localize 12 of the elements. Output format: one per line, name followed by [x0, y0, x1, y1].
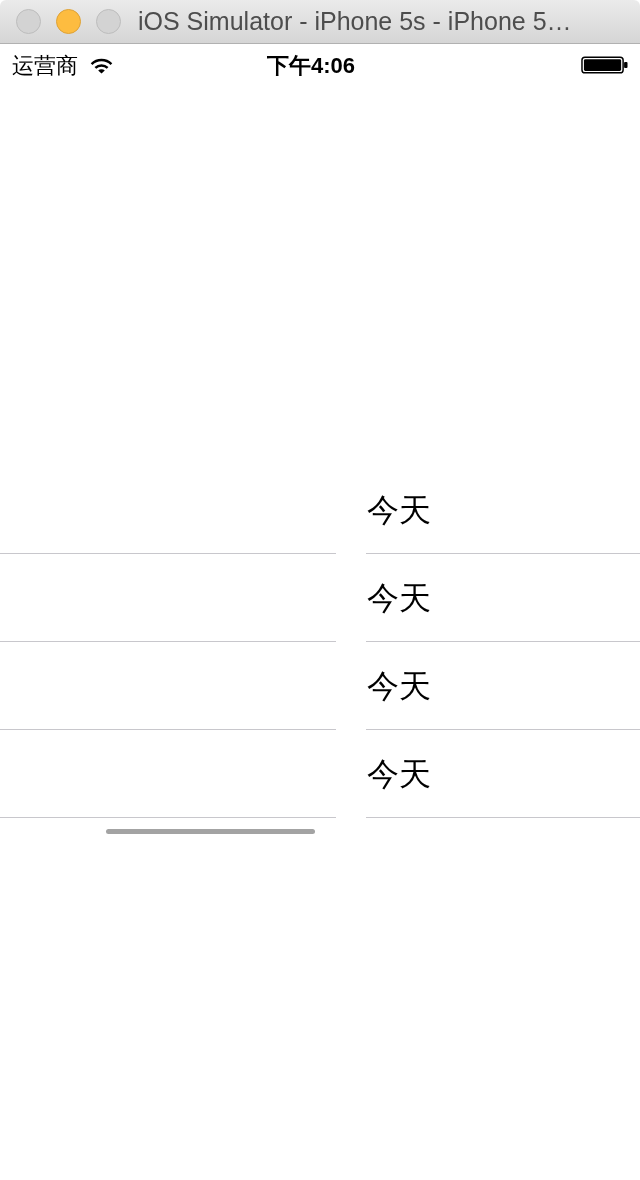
window-title: iOS Simulator - iPhone 5s - iPhone 5… — [138, 5, 572, 37]
carrier-name: 运营商 — [12, 51, 78, 80]
wifi-icon — [90, 56, 113, 74]
minimize-button[interactable] — [56, 9, 81, 34]
close-button[interactable] — [16, 9, 41, 34]
list-item[interactable]: 今天 — [366, 642, 640, 730]
list-item[interactable]: 今天 — [366, 554, 640, 642]
list-item[interactable]: 今天 — [366, 466, 640, 554]
list-item[interactable]: 今天 — [366, 730, 640, 818]
status-time: 下午4:06 — [266, 51, 355, 80]
zoom-button[interactable] — [96, 9, 121, 34]
battery-icon — [581, 56, 628, 74]
